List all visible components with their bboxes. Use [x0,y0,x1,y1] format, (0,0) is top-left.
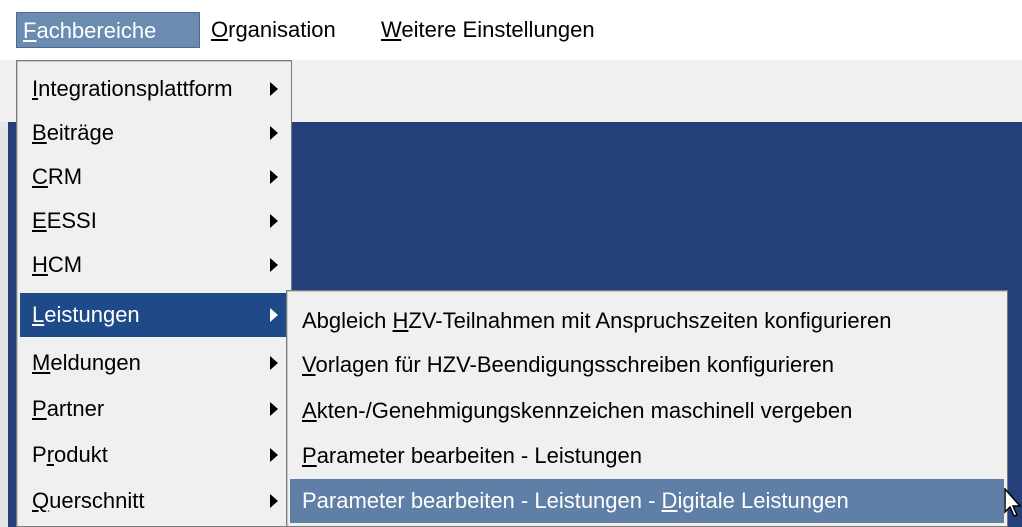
submenu-arrow-icon [270,258,278,272]
menu-item-eessi[interactable]: EESSI [20,199,288,243]
menu-item-beitraege[interactable]: Beiträge [20,111,288,155]
workspace-edge [0,122,8,527]
menu-item-produkt[interactable]: Produkt [20,433,288,477]
submenu-arrow-icon [270,170,278,184]
menu-fachbereiche[interactable]: Fachbereiche [16,12,200,48]
submenu-arrow-icon [270,402,278,416]
submenu-item-parameter-digitale-leistungen[interactable]: Parameter bearbeiten - Leistungen - Digi… [290,479,1004,523]
submenu-item-vorlagen-hzv[interactable]: Vorlagen für HZV-Beendigungsschreiben ko… [290,343,1004,387]
submenu-arrow-icon [270,448,278,462]
submenu-item-abgleich-hzv[interactable]: Abgleich HZV-Teilnahmen mit Anspruchszei… [290,299,1004,343]
leistungen-submenu: Abgleich HZV-Teilnahmen mit Anspruchszei… [286,290,1008,527]
menu-item-leistungen[interactable]: Leistungen [20,293,288,337]
submenu-item-parameter-leistungen[interactable]: Parameter bearbeiten - Leistungen [290,434,1004,478]
menu-item-crm[interactable]: CRM [20,155,288,199]
menu-item-querschnitt[interactable]: Querschnitt [20,479,288,523]
submenu-arrow-icon [270,308,278,322]
menu-bar: Fachbereiche Organisation Weitere Einste… [0,0,1022,60]
menu-weitere-einstellungen[interactable]: Weitere Einstellungen [375,12,601,48]
fachbereiche-dropdown: Integrationsplattform Beiträge CRM EESSI… [16,60,292,527]
submenu-arrow-icon [270,126,278,140]
submenu-arrow-icon [270,494,278,508]
menu-item-partner[interactable]: Partner [20,387,288,431]
submenu-arrow-icon [270,214,278,228]
menu-item-meldungen[interactable]: Meldungen [20,341,288,385]
mnemonic: O [211,17,229,42]
submenu-arrow-icon [270,82,278,96]
menu-item-hcm[interactable]: HCM [20,243,288,287]
mnemonic: W [381,17,402,42]
menu-organisation[interactable]: Organisation [205,12,342,48]
mouse-cursor-icon [1004,488,1022,517]
submenu-arrow-icon [270,356,278,370]
menu-item-integrationsplattform[interactable]: Integrationsplattform [20,67,288,111]
submenu-item-aktenkennzeichen[interactable]: Akten-/Genehmigungskennzeichen maschinel… [290,389,1004,433]
mnemonic: F [23,18,37,43]
